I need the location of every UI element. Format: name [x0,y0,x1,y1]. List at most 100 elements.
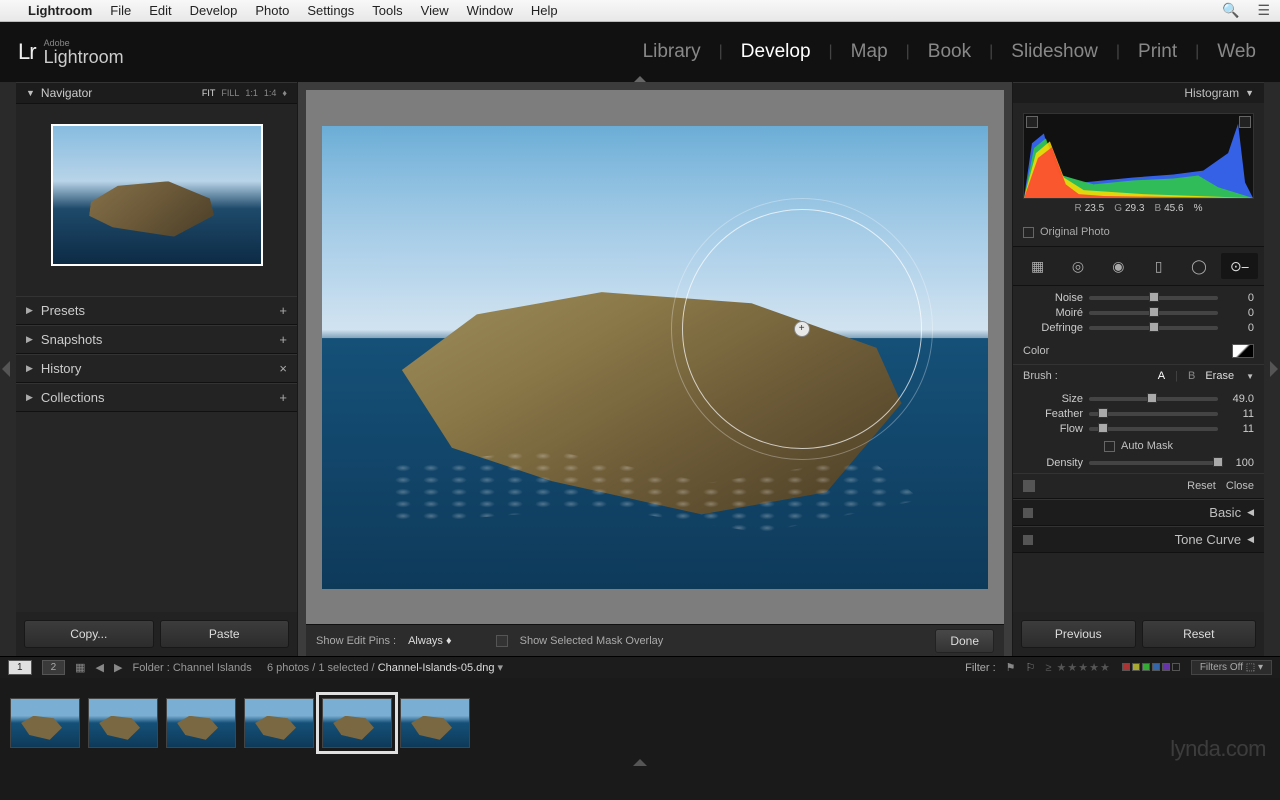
color-swatch-icon[interactable] [1232,344,1254,358]
module-print[interactable]: Print [1132,39,1183,65]
collections-panel[interactable]: ▶ Collections + [16,383,297,412]
module-web[interactable]: Web [1211,39,1262,65]
filmstrip-thumb[interactable] [10,698,80,748]
spot-tool-icon[interactable]: ◎ [1059,253,1096,279]
feather-slider[interactable]: Feather11 [1023,408,1254,420]
expand-bottom-icon[interactable] [633,759,647,766]
color-picker-row[interactable]: Color [1013,338,1264,364]
panel-switch-icon[interactable] [1023,508,1033,518]
brush-tool-icon[interactable]: ⊙⎯ [1221,253,1258,279]
crop-tool-icon[interactable]: ▦ [1019,253,1056,279]
rating-filter[interactable]: ≥ ★★★★★ [1045,661,1110,674]
menubar-item[interactable]: Develop [190,3,238,18]
module-library[interactable]: Library [637,39,707,65]
brush-erase[interactable]: Erase [1205,370,1234,382]
page-1[interactable]: 1 [8,660,32,675]
density-slider[interactable]: Density100 [1023,457,1254,469]
brush-cursor-center: + [794,321,810,337]
done-button[interactable]: Done [935,629,994,653]
moire-slider[interactable]: Moiré0 [1023,307,1254,319]
color-filter[interactable] [1121,662,1181,674]
filmstrip-thumb[interactable] [400,698,470,748]
nav-one[interactable]: 1:1 [245,88,258,98]
navigator-header[interactable]: ▼ Navigator FIT FILL 1:1 1:4 ♦ [16,82,297,104]
fwd-icon[interactable]: ▶ [114,661,122,674]
brush-close-link[interactable]: Close [1226,480,1254,492]
basic-panel[interactable]: Basic ◀ [1013,499,1264,526]
expand-right-icon[interactable] [1270,361,1278,377]
clear-icon[interactable]: × [279,361,287,376]
gradient-tool-icon[interactable]: ▯ [1140,253,1177,279]
overlay-checkbox[interactable] [496,635,508,647]
search-icon[interactable]: 🔍 [1222,2,1239,19]
presets-panel[interactable]: ▶ Presets + [16,296,297,325]
previous-button[interactable]: Previous [1021,620,1136,648]
menubar-app[interactable]: Lightroom [28,3,92,18]
histogram-header[interactable]: Histogram ▼ [1013,82,1264,103]
defringe-slider[interactable]: Defringe0 [1023,322,1254,334]
histogram[interactable] [1023,113,1254,199]
original-photo-toggle[interactable]: Original Photo [1013,222,1264,247]
flag-filter-icon[interactable]: ⚐ [1026,661,1036,674]
breadcrumb[interactable]: Folder : Channel Islands 6 photos / 1 se… [132,661,503,674]
back-icon[interactable]: ◀ [96,661,104,674]
menubar-item[interactable]: View [421,3,449,18]
filmstrip-thumb[interactable] [88,698,158,748]
brush-b[interactable]: B [1184,370,1199,382]
menubar-item[interactable]: Tools [372,3,402,18]
automask-checkbox[interactable]: Auto Mask [1023,438,1254,454]
module-map[interactable]: Map [845,39,894,65]
nav-fill[interactable]: FILL [221,88,239,98]
grid-icon[interactable]: ▦ [75,661,85,674]
histogram-title: Histogram [1184,86,1239,100]
nav-fit[interactable]: FIT [202,88,216,98]
noise-slider[interactable]: Noise0 [1023,292,1254,304]
menubar-item[interactable]: Edit [149,3,171,18]
filmstrip-thumb[interactable] [244,698,314,748]
add-icon[interactable]: + [279,390,287,405]
module-book[interactable]: Book [922,39,977,65]
rgb-readout: R23.5 G29.3 B45.6 % [1023,199,1254,218]
nav-ratio-menu-icon[interactable]: ♦ [282,88,287,98]
radial-tool-icon[interactable]: ◯ [1180,253,1217,279]
size-slider[interactable]: Size49.0 [1023,393,1254,405]
expand-left-icon[interactable] [2,361,10,377]
flag-filter-icon[interactable]: ⚑ [1006,661,1016,674]
brush-reset-link[interactable]: Reset [1187,480,1216,492]
canvas[interactable]: + [306,90,1004,624]
menubar-item[interactable]: Window [467,3,513,18]
logo-icon: Lr [18,39,36,65]
chevron-down-icon[interactable]: ▼ [1246,372,1254,381]
show-pins-value[interactable]: Always ♦ [408,635,452,647]
navigator-preview[interactable] [16,104,297,296]
reset-button[interactable]: Reset [1142,620,1257,648]
filmstrip-thumb[interactable] [322,698,392,748]
paste-button[interactable]: Paste [160,620,290,648]
add-icon[interactable]: + [279,303,287,318]
module-slideshow[interactable]: Slideshow [1005,39,1104,65]
show-pins-label: Show Edit Pins : [316,635,396,647]
module-develop[interactable]: Develop [735,39,817,65]
photo-preview: + [322,126,988,589]
brush-header: Brush : A | B Erase ▼ [1013,364,1264,387]
snapshots-panel[interactable]: ▶ Snapshots + [16,325,297,354]
list-icon[interactable]: ☰ [1257,2,1270,19]
panel-switch-icon[interactable] [1023,480,1035,492]
tonecurve-panel[interactable]: Tone Curve ◀ [1013,526,1264,553]
brush-a[interactable]: A [1154,370,1169,382]
history-panel[interactable]: ▶ History × [16,354,297,383]
add-icon[interactable]: + [279,332,287,347]
page-2[interactable]: 2 [42,660,66,675]
redeye-tool-icon[interactable]: ◉ [1100,253,1137,279]
filters-dropdown[interactable]: Filters Off ⬚ ▾ [1191,660,1272,675]
copy-button[interactable]: Copy... [24,620,154,648]
menubar-item[interactable]: Settings [307,3,354,18]
flow-slider[interactable]: Flow11 [1023,423,1254,435]
menubar-item[interactable]: File [110,3,131,18]
menubar-item[interactable]: Help [531,3,558,18]
filmstrip-thumb[interactable] [166,698,236,748]
panel-switch-icon[interactable] [1023,535,1033,545]
nav-ratio[interactable]: 1:4 [264,88,277,98]
menubar-item[interactable]: Photo [255,3,289,18]
chevron-left-icon: ◀ [1247,534,1254,545]
